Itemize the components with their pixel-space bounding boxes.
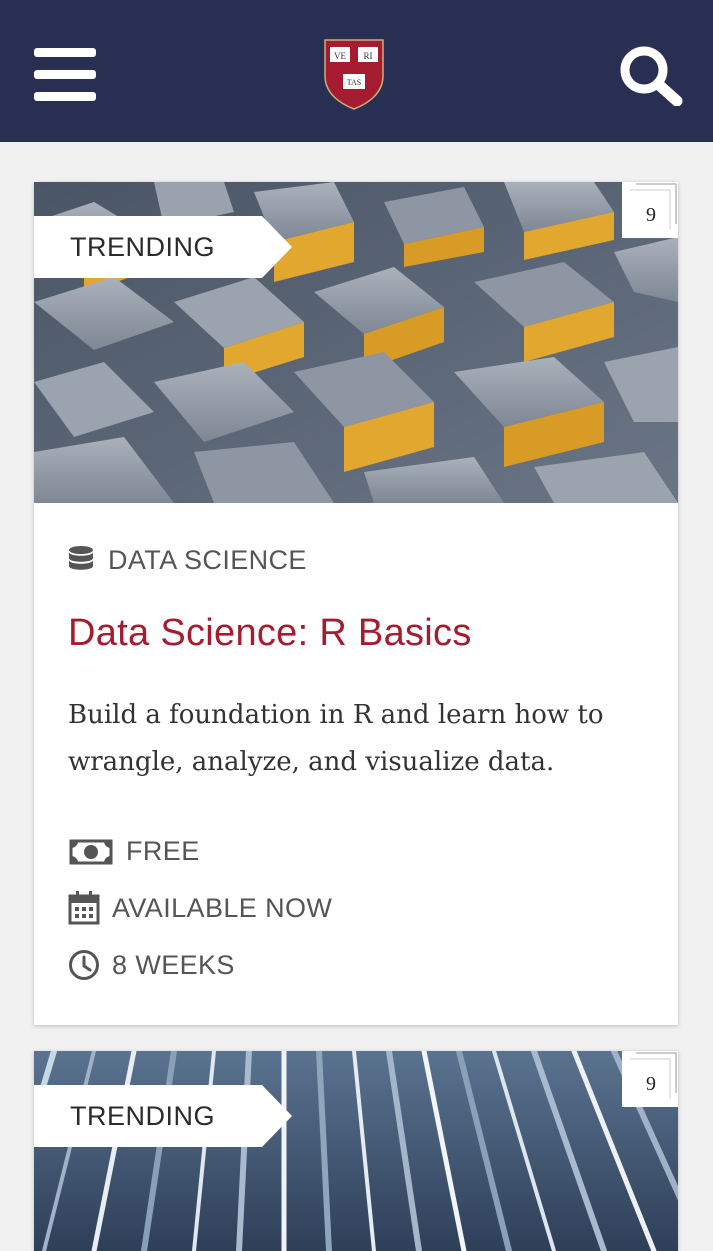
money-icon (69, 839, 113, 865)
logo-letters: RI (364, 51, 373, 61)
harvard-shield-logo[interactable]: VE RI TAS (323, 38, 385, 110)
database-icon (69, 546, 93, 570)
availability-row: AVAILABLE NOW (68, 890, 332, 926)
trending-badge: TRENDING (34, 216, 292, 278)
price-label: FREE (126, 835, 200, 866)
category-label: DATA SCIENCE (108, 544, 307, 575)
corner-number: 9 (646, 1073, 656, 1095)
course-category: DATA SCIENCE (68, 542, 307, 578)
menu-bar (34, 92, 96, 101)
calendar-icon (68, 891, 100, 925)
top-navbar: VE RI TAS (0, 0, 713, 142)
course-title-link[interactable]: Data Science: R Basics (68, 612, 668, 655)
hamburger-menu-button[interactable] (34, 48, 96, 102)
logo-letters: TAS (347, 78, 361, 87)
logo-letters: VE (334, 51, 346, 61)
trending-label: TRENDING (70, 232, 215, 262)
corner-number: 9 (646, 204, 656, 226)
duration-row: 8 WEEKS (68, 947, 235, 983)
course-card[interactable]: TRENDING 9 (34, 1051, 678, 1251)
menu-bar (34, 70, 96, 79)
clock-icon (69, 950, 99, 980)
search-icon[interactable] (618, 44, 684, 106)
course-description: Build a foundation in R and learn how to… (68, 700, 604, 777)
trending-badge: TRENDING (34, 1085, 292, 1147)
course-card[interactable]: TRENDING 9 DATA SCIENCE Data Science: R … (34, 182, 678, 1025)
price-row: FREE (68, 833, 200, 869)
menu-bar (34, 48, 96, 57)
course-image (34, 1051, 678, 1251)
availability-label: AVAILABLE NOW (112, 892, 333, 923)
duration-label: 8 WEEKS (112, 949, 235, 980)
trending-label: TRENDING (70, 1101, 215, 1131)
